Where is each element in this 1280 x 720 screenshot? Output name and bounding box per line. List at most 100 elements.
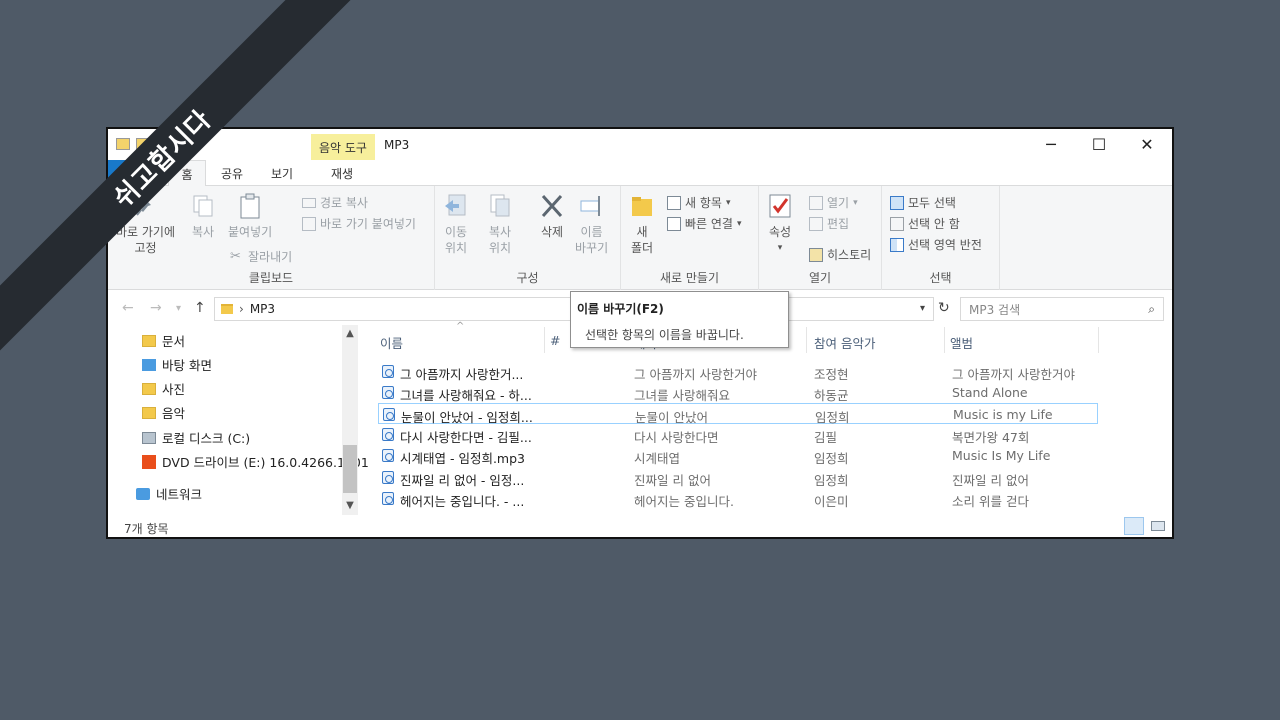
new-folder-button[interactable]: 새 폴더 (629, 192, 655, 256)
file-list: ^ 이름 # 제목 참여 음악가 앨범 그 아픔까지 사랑한거... 그 아픔까… (372, 321, 1172, 515)
close-button[interactable]: ✕ (1124, 129, 1170, 159)
file-title: 그 아픔까지 사랑한거야 (634, 367, 757, 382)
mp3-file-icon (382, 428, 394, 441)
file-row[interactable]: 시계태엽 - 임정희.mp3 시계태엽 임정희 Music Is My Life (378, 445, 1098, 466)
scroll-thumb[interactable] (343, 445, 357, 493)
file-row[interactable]: 그녀를 사랑해줘요 - 하... 그녀를 사랑해줘요 하동균 Stand Alo… (378, 382, 1098, 403)
file-row[interactable]: 진짜일 리 없어 - 임정... 진짜일 리 없어 임정희 진짜일 리 없어 (378, 467, 1098, 488)
copy-label: 복사 (191, 225, 215, 239)
rename-label-1: 이름 (580, 225, 603, 239)
cut-button[interactable]: ✂ 잘라내기 (230, 248, 292, 265)
nav-item-documents[interactable]: 문서 (142, 331, 185, 350)
nav-label: DVD 드라이브 (E:) 16.0.4266.1001 (162, 455, 369, 470)
select-group-label: 선택 (929, 271, 952, 285)
back-arrow-icon[interactable]: ← (122, 300, 134, 316)
delete-button[interactable]: 삭제 (539, 192, 565, 240)
folder-icon (632, 197, 652, 216)
rename-button[interactable]: 이름 바꾸기 (575, 192, 608, 256)
column-divider[interactable] (544, 327, 545, 353)
folder-small-icon (221, 304, 233, 314)
column-header-album[interactable]: 앨범 (950, 333, 973, 352)
breadcrumb-mp3[interactable]: MP3 (250, 302, 275, 316)
minimize-button[interactable]: ─ (1028, 129, 1074, 159)
scissors-icon: ✂ (230, 248, 241, 264)
history-button[interactable]: 히스토리 (809, 246, 871, 263)
properties-button[interactable]: 속성 ▾ (767, 192, 793, 256)
copy-path-button[interactable]: 경로 복사 (302, 194, 368, 211)
nav-item-network[interactable]: 네트워크 (136, 484, 202, 503)
refresh-icon[interactable]: ↻ (938, 300, 950, 316)
file-row[interactable]: 다시 사랑한다면 - 김필... 다시 사랑한다면 김필 복면가왕 47회 (378, 424, 1098, 445)
invert-selection-button[interactable]: 선택 영역 반전 (890, 236, 982, 253)
column-header-number[interactable]: # (550, 333, 560, 348)
file-row-selected[interactable]: 눈물이 안났어 - 임정희... 눈물이 안났어 임정희 Music is my… (378, 403, 1098, 425)
new-group-label: 새로 만들기 (659, 271, 719, 285)
title-bar: ▾ 음악 도구 MP3 ─ ☐ ✕ (108, 129, 1172, 160)
large-icons-view-icon[interactable] (1148, 517, 1168, 535)
pin-label-1: 바로 가기에 (116, 225, 176, 239)
file-name: 진짜일 리 없어 - 임정... (400, 473, 525, 488)
select-all-label: 모두 선택 (908, 196, 956, 210)
large-icons-glyph (1151, 521, 1165, 531)
nav-item-desktop[interactable]: 바탕 화면 (142, 355, 212, 374)
edit-button[interactable]: 편집 (809, 215, 849, 232)
paste-button[interactable]: 붙여넣기 (228, 192, 272, 240)
window-title: MP3 (384, 138, 410, 152)
nav-item-dvd-drive[interactable]: DVD 드라이브 (E:) 16.0.4266.1001 (142, 452, 369, 471)
column-header-artist[interactable]: 참여 음악가 (814, 333, 875, 352)
copy-to-button[interactable]: 복사 위치 (487, 192, 513, 256)
delete-label: 삭제 (540, 225, 564, 239)
nav-item-music[interactable]: 음악 (142, 403, 185, 422)
file-album: 그 아픔까지 사랑한거야 (952, 367, 1075, 382)
group-select: 모두 선택 선택 안 함 선택 영역 반전 선택 (882, 186, 1000, 290)
open-label: 열기 (827, 196, 850, 210)
recent-locations-chevron-icon[interactable]: ▾ (176, 303, 181, 314)
file-name: 그 아픔까지 사랑한거... (400, 367, 524, 382)
tab-view[interactable]: 보기 (260, 160, 304, 186)
nav-item-pictures[interactable]: 사진 (142, 379, 185, 398)
address-dropdown-icon[interactable]: ▾ (920, 303, 925, 314)
easy-access-dropdown-icon: ▾ (736, 218, 742, 229)
forward-arrow-icon[interactable]: → (150, 300, 162, 316)
tab-share[interactable]: 공유 (212, 160, 252, 186)
file-row[interactable]: 그 아픔까지 사랑한거... 그 아픔까지 사랑한거야 조정현 그 아픔까지 사… (378, 361, 1098, 382)
new-item-button[interactable]: 새 항목 ▾ (667, 194, 730, 211)
details-view-icon[interactable] (1124, 517, 1144, 535)
nav-label: 문서 (162, 334, 186, 349)
scroll-up-icon[interactable]: ▲ (342, 328, 358, 339)
search-input[interactable]: MP3 검색 ⌕ (960, 297, 1164, 321)
tab-play[interactable]: 재생 (316, 160, 368, 186)
column-header-name[interactable]: 이름 (380, 333, 403, 352)
music-tools-context-tab[interactable]: 음악 도구 (311, 134, 375, 160)
scroll-down-icon[interactable]: ▼ (342, 500, 358, 511)
paste-shortcut-button[interactable]: 바로 가기 붙여넣기 (302, 215, 416, 232)
file-title: 헤어지는 중입니다. (634, 494, 734, 509)
easy-access-label: 빠른 연결 (685, 217, 733, 231)
open-button[interactable]: 열기 ▾ (809, 194, 858, 211)
easy-access-button[interactable]: 빠른 연결 ▾ (667, 215, 742, 232)
properties-quick-icon[interactable] (116, 138, 130, 150)
mp3-file-icon (382, 386, 394, 399)
select-none-button[interactable]: 선택 안 함 (890, 215, 960, 232)
group-new: 새 폴더 새 항목 ▾ 빠른 연결 ▾ 새로 만들기 (621, 186, 759, 290)
file-name: 그녀를 사랑해줘요 - 하... (400, 388, 532, 403)
select-all-button[interactable]: 모두 선택 (890, 194, 956, 211)
paste-icon (240, 193, 260, 219)
up-arrow-icon[interactable]: ↑ (194, 300, 206, 316)
file-row[interactable]: 헤어지는 중입니다. - ... 헤어지는 중입니다. 이은미 소리 위를 걷다 (378, 488, 1098, 509)
file-artist: 임정희 (814, 451, 849, 466)
paste-shortcut-icon (302, 216, 316, 231)
search-icon: ⌕ (1148, 301, 1155, 316)
nav-scrollbar[interactable]: ▲ ▼ (342, 325, 358, 515)
copy-button[interactable]: 복사 (190, 192, 216, 240)
column-divider[interactable] (944, 327, 945, 353)
nav-item-local-disk[interactable]: 로컬 디스크 (C:) (142, 428, 250, 447)
move-to-button[interactable]: 이동 위치 (443, 192, 469, 256)
maximize-button[interactable]: ☐ (1076, 129, 1122, 159)
column-divider[interactable] (1098, 327, 1099, 353)
ribbon: 바로 가기에 고정 복사 붙여넣기 경로 복사 바로 가기 붙여넣기 ✂ 잘라내… (108, 186, 1172, 290)
local-disk-icon (142, 431, 156, 444)
move-to-icon (445, 194, 466, 216)
column-divider[interactable] (806, 327, 807, 353)
move-to-label-1: 이동 (444, 225, 468, 239)
